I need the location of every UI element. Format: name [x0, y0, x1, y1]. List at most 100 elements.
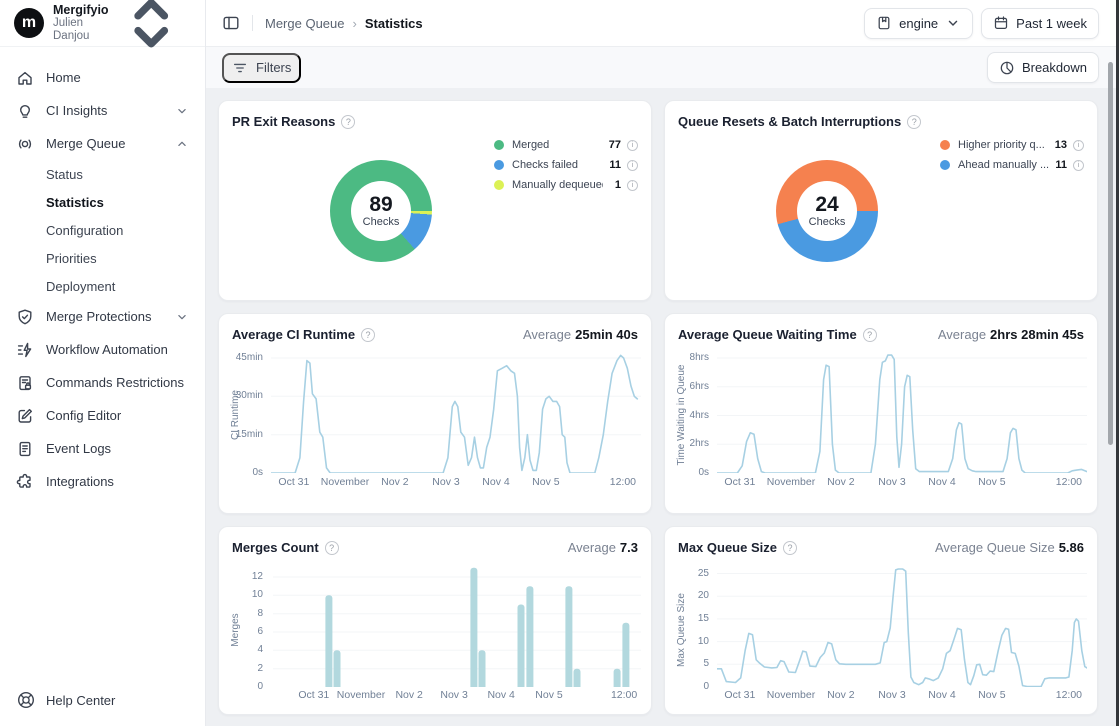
help-center[interactable]: Help Center [0, 674, 205, 726]
donut-center-label: Checks [363, 216, 400, 228]
y-axis-label: Max Queue Size [676, 560, 688, 700]
org-switcher[interactable]: m Mergifyio Julien Danjou [0, 0, 205, 47]
average-queue-waiting-time-title: Average Queue Waiting Time [678, 327, 857, 342]
legend-item[interactable]: Ahead manually ... 11 i [940, 155, 1084, 175]
help-icon[interactable]: ? [863, 328, 877, 342]
sidebar-subitem-priorities[interactable]: Priorities [10, 244, 195, 272]
puzzle-icon [16, 473, 34, 491]
x-axis-tick: 12:00 [1029, 475, 1098, 489]
chevron-down-icon [945, 15, 961, 31]
queue-resets-batch-interruptions-legend: Higher priority q... 13 i Ahead manually… [940, 135, 1084, 175]
org-switch-icon[interactable] [109, 0, 193, 65]
sidebar-item-ci-insights[interactable]: CI Insights [10, 94, 195, 127]
shield-check-icon [16, 308, 34, 326]
sidebar-item-home[interactable]: Home [10, 61, 195, 94]
help-center-label: Help Center [46, 693, 115, 708]
sidebar-nav: HomeCI Insights Merge Queue StatusStatisti… [0, 47, 205, 498]
queue-resets-batch-interruptions-card: Queue Resets & Batch Interruptions ? 24 … [664, 100, 1098, 301]
edit-icon [16, 407, 34, 425]
help-icon[interactable]: ? [341, 115, 355, 129]
average-value: 2hrs 28min 45s [990, 327, 1084, 342]
legend-value: 77 [603, 139, 621, 151]
x-axis-tick: Nov 5 [506, 475, 586, 489]
legend-value: 11 [1049, 159, 1067, 171]
legend-label: Checks failed [512, 159, 603, 171]
filters-button[interactable]: Filters [222, 53, 301, 83]
max-queue-size-chart[interactable] [717, 563, 1087, 687]
average-ci-runtime-title: Average CI Runtime [232, 327, 355, 342]
sidebar-item-label: Commands Restrictions [46, 375, 189, 390]
average-label: Average Queue Size [935, 540, 1055, 555]
legend-item[interactable]: Checks failed 11 i [494, 155, 638, 175]
chevron-down-icon [175, 104, 189, 118]
info-icon[interactable]: i [1073, 160, 1084, 171]
pr-exit-reasons-title: PR Exit Reasons [232, 114, 335, 129]
sidebar-item-integrations[interactable]: Integrations [10, 465, 195, 498]
average-value: 25min 40s [575, 327, 638, 342]
sidebar-subitem-deployment[interactable]: Deployment [10, 272, 195, 300]
sidebar-subitem-status[interactable]: Status [10, 160, 195, 188]
sidebar-subitem-configuration[interactable]: Configuration [10, 216, 195, 244]
average-value: 7.3 [620, 540, 638, 555]
info-icon[interactable]: i [1073, 140, 1084, 151]
x-axis-tick: Nov 5 [509, 688, 589, 702]
donut-center-label: Checks [809, 216, 846, 228]
sidebar-toggle-icon[interactable] [222, 14, 240, 32]
sidebar-item-merge-protections[interactable]: Merge Protections [10, 300, 195, 333]
divider [252, 15, 253, 31]
sidebar-item-workflow-automation[interactable]: Workflow Automation [10, 333, 195, 366]
average-queue-waiting-time-chart[interactable] [717, 354, 1087, 473]
legend-dot [940, 140, 950, 150]
legend-item[interactable]: Merged 77 i [494, 135, 638, 155]
info-icon[interactable]: i [627, 140, 638, 151]
chevron-up-icon [175, 137, 189, 151]
legend-value: 11 [603, 159, 621, 171]
pie-chart-icon [999, 60, 1015, 76]
sidebar-item-commands-restrictions[interactable]: Commands Restrictions [10, 366, 195, 399]
help-icon[interactable]: ? [325, 541, 339, 555]
legend-item[interactable]: Higher priority q... 13 i [940, 135, 1084, 155]
y-axis-label: Time Waiting in Queue [676, 345, 688, 485]
average-label: Average [568, 540, 616, 555]
help-icon[interactable]: ? [361, 328, 375, 342]
average-ci-runtime-chart[interactable] [271, 354, 641, 473]
sidebar-item-merge-queue[interactable]: Merge Queue [10, 127, 195, 160]
legend-dot [494, 160, 504, 170]
legend-value: 13 [1049, 139, 1067, 151]
app-window: m Mergifyio Julien Danjou HomeCI Insight… [0, 0, 1119, 726]
legend-item[interactable]: Manually dequeued 1 i [494, 175, 638, 195]
org-user: Julien Danjou [53, 17, 109, 43]
sidebar-item-event-logs[interactable]: Event Logs [10, 432, 195, 465]
sidebar-item-label: Merge Queue [46, 136, 163, 151]
legend-label: Ahead manually ... [958, 159, 1049, 171]
x-axis-tick: 12:00 [584, 688, 652, 702]
sidebar-item-config-editor[interactable]: Config Editor [10, 399, 195, 432]
breakdown-button[interactable]: Breakdown [987, 52, 1099, 83]
merges-count-chart[interactable] [273, 563, 641, 687]
pr-exit-reasons-legend: Merged 77 i Checks failed 11 i Manually … [494, 135, 638, 195]
filters-label: Filters [256, 60, 291, 75]
org-name: Mergifyio [53, 3, 109, 17]
info-icon[interactable]: i [627, 180, 638, 191]
sidebar-subitem-statistics[interactable]: Statistics [10, 188, 195, 216]
sidebar-item-label: Workflow Automation [46, 342, 189, 357]
queue-resets-batch-interruptions-donut-chart[interactable]: 24 Checks [776, 160, 878, 262]
legend-dot [494, 140, 504, 150]
average-queue-waiting-time-card: Average Queue Waiting Time ? Average2hrs … [664, 313, 1098, 514]
merges-count-title: Merges Count [232, 540, 319, 555]
sidebar-item-label: Event Logs [46, 441, 189, 456]
info-icon[interactable]: i [627, 160, 638, 171]
average-queue-waiting-time-average: Average2hrs 28min 45s [938, 327, 1084, 342]
date-range-button[interactable]: Past 1 week [981, 8, 1099, 39]
pr-exit-reasons-donut-chart[interactable]: 89 Checks [330, 160, 432, 262]
help-icon[interactable]: ? [783, 541, 797, 555]
bulb-icon [16, 102, 34, 120]
scrollbar-thumb[interactable] [1108, 62, 1113, 445]
file-text-icon [16, 440, 34, 458]
average-label: Average [523, 327, 571, 342]
breadcrumb-merge-queue[interactable]: Merge Queue [265, 16, 345, 31]
sidebar-item-label: Integrations [46, 474, 189, 489]
repo-selector[interactable]: engine [864, 8, 973, 39]
legend-dot [494, 180, 504, 190]
help-icon[interactable]: ? [907, 115, 921, 129]
